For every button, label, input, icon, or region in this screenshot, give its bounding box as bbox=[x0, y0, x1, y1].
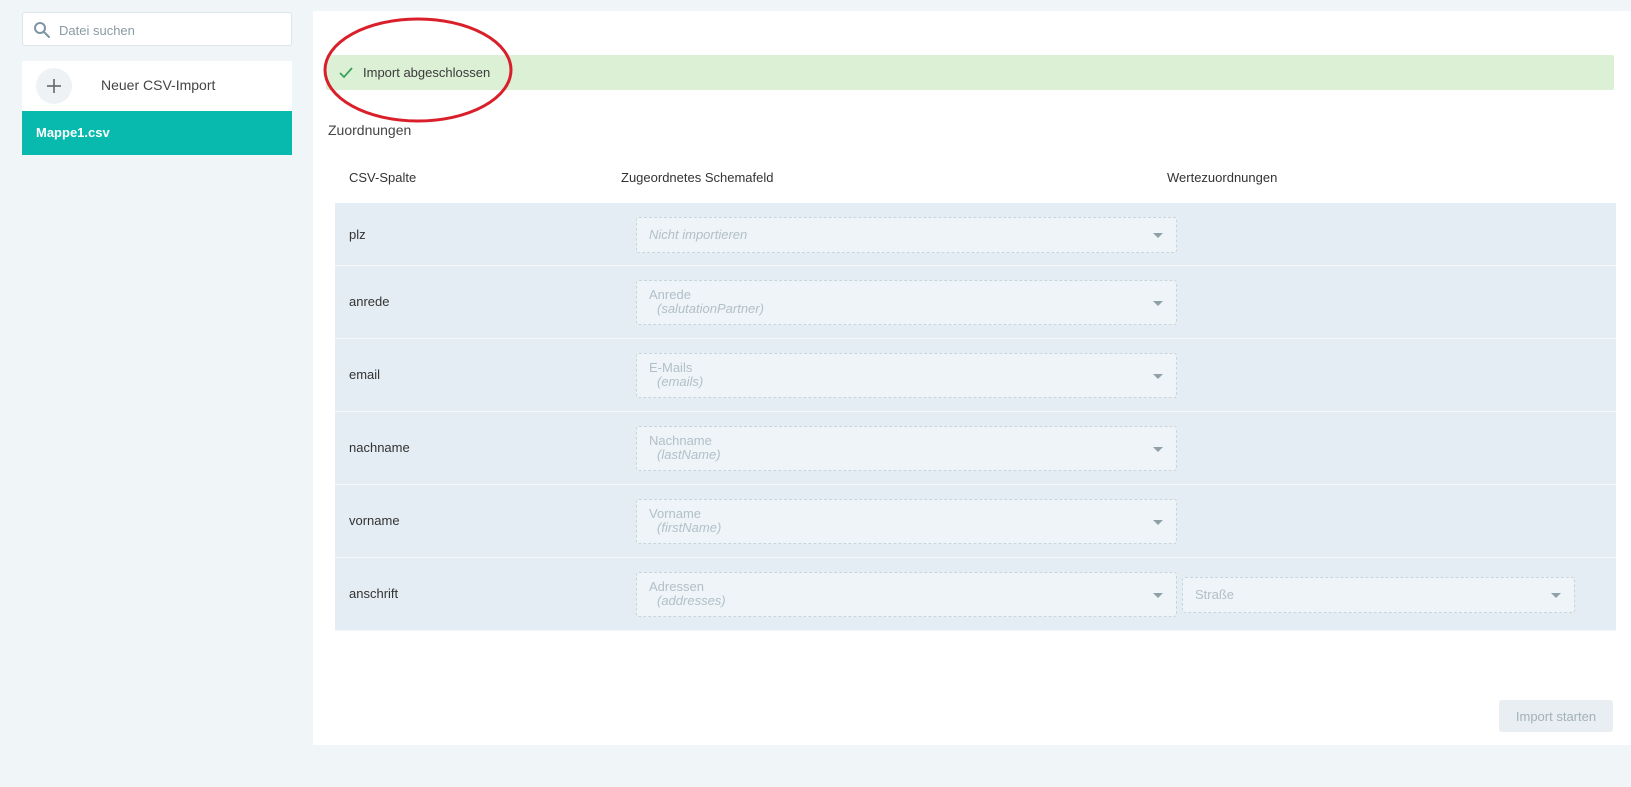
column-header-value-mappings: Wertezuordnungen bbox=[1167, 170, 1278, 185]
select-value-key: (addresses) bbox=[657, 593, 726, 608]
table-row: email E-Mails (emails) bbox=[335, 339, 1616, 412]
schema-field-select[interactable]: Nachname (lastName) bbox=[636, 426, 1177, 471]
csv-column-name: vorname bbox=[349, 513, 400, 528]
schema-field-select[interactable]: Anrede (salutationPartner) bbox=[636, 280, 1177, 325]
select-value: Straße bbox=[1195, 587, 1235, 602]
csv-column-name: anrede bbox=[349, 294, 390, 309]
new-csv-import-button[interactable]: Neuer CSV-Import bbox=[22, 61, 292, 111]
chevron-down-icon bbox=[1551, 593, 1561, 598]
main-panel: Import abgeschlossen Zuordnungen CSV-Spa… bbox=[313, 11, 1631, 745]
chevron-down-icon bbox=[1153, 373, 1163, 379]
column-header-schema-field: Zugeordnetes Schemafeld bbox=[621, 170, 774, 185]
csv-column-name: anschrift bbox=[349, 586, 399, 601]
select-value-key: (emails) bbox=[657, 374, 704, 389]
table-row: anschrift Adressen (addresses) Straße bbox=[335, 558, 1616, 631]
csv-column-name: email bbox=[349, 367, 381, 382]
chevron-down-icon bbox=[1153, 592, 1163, 598]
table-row: vorname Vorname (firstName) bbox=[335, 485, 1616, 558]
mapping-table: plz Nicht importieren anrede Anrede (sal… bbox=[335, 203, 1616, 631]
schema-field-select[interactable]: E-Mails (emails) bbox=[636, 353, 1177, 398]
select-value-key: (firstName) bbox=[657, 520, 722, 535]
chevron-down-icon bbox=[1153, 519, 1163, 525]
success-banner: Import abgeschlossen bbox=[326, 55, 1614, 90]
chevron-down-icon bbox=[1153, 300, 1163, 306]
table-row: plz Nicht importieren bbox=[335, 203, 1616, 266]
section-title: Zuordnungen bbox=[328, 122, 412, 138]
chevron-down-icon bbox=[1153, 446, 1163, 452]
plus-icon bbox=[36, 68, 72, 104]
select-value: Adressen bbox=[649, 579, 704, 594]
select-value: Anrede bbox=[649, 287, 691, 302]
status-message: Import abgeschlossen bbox=[363, 65, 491, 80]
check-icon bbox=[339, 67, 353, 79]
select-value: Vorname bbox=[649, 506, 702, 521]
search-icon bbox=[34, 22, 50, 38]
sidebar: Neuer CSV-Import Mappe1.csv bbox=[22, 12, 292, 155]
table-row: nachname Nachname (lastName) bbox=[335, 412, 1616, 485]
schema-field-select[interactable]: Vorname (firstName) bbox=[636, 499, 1177, 544]
new-import-label: Neuer CSV-Import bbox=[101, 77, 216, 93]
file-item-mappe1[interactable]: Mappe1.csv bbox=[22, 111, 292, 155]
schema-field-select[interactable]: Adressen (addresses) bbox=[636, 572, 1177, 617]
select-value-key: (salutationPartner) bbox=[657, 301, 764, 316]
start-import-button[interactable]: Import starten bbox=[1499, 700, 1613, 732]
csv-column-name: nachname bbox=[349, 440, 410, 455]
search-input[interactable] bbox=[57, 13, 281, 47]
select-value: E-Mails bbox=[649, 360, 693, 375]
csv-column-name: plz bbox=[349, 227, 366, 242]
select-value-key: (lastName) bbox=[657, 447, 721, 462]
select-value: Nicht importieren bbox=[649, 227, 748, 242]
column-header-csv: CSV-Spalte bbox=[349, 170, 417, 185]
value-mapping-select[interactable]: Straße bbox=[1182, 577, 1575, 613]
schema-field-select[interactable]: Nicht importieren bbox=[636, 217, 1177, 253]
table-row: anrede Anrede (salutationPartner) bbox=[335, 266, 1616, 339]
chevron-down-icon bbox=[1153, 233, 1163, 238]
select-value: Nachname bbox=[649, 433, 712, 448]
file-search bbox=[22, 12, 292, 47]
